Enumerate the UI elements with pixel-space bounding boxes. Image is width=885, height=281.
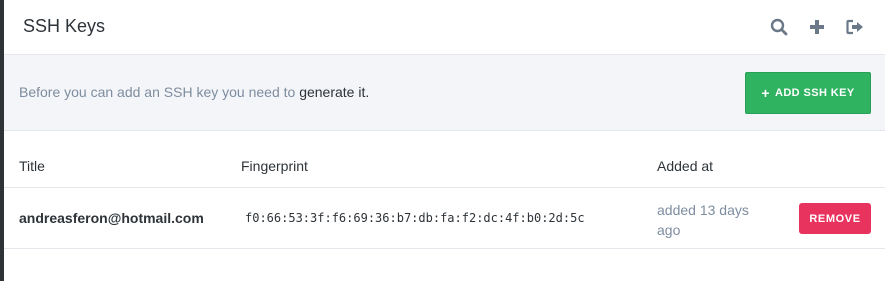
plus-icon: + — [761, 85, 770, 101]
table-row: andreasferon@hotmail.com f0:66:53:3f:f6:… — [4, 188, 885, 249]
remove-button[interactable]: REMOVE — [799, 203, 871, 234]
table-header: Title Fingerprint Added at — [4, 131, 885, 188]
column-added-at: Added at — [657, 158, 714, 174]
generate-key-notice: Before you can add an SSH key you need t… — [4, 55, 885, 131]
header-actions — [769, 16, 865, 38]
generate-link[interactable]: generate it. — [299, 84, 369, 100]
plus-icon[interactable] — [807, 16, 827, 38]
add-ssh-key-label: ADD SSH KEY — [774, 87, 855, 99]
key-added-at: added 13 days ago — [657, 202, 749, 238]
search-icon[interactable] — [769, 16, 789, 38]
column-title: Title — [19, 158, 45, 174]
page-title: SSH Keys — [23, 16, 106, 36]
notice-message: Before you can add an SSH key you need t… — [19, 84, 369, 100]
page-header: SSH Keys — [4, 0, 885, 55]
key-fingerprint: f0:66:53:3f:f6:69:36:b7:db:fa:f2:dc:4f:b… — [245, 211, 585, 225]
ssh-keys-table: Title Fingerprint Added at andreasferon@… — [4, 131, 885, 249]
column-fingerprint: Fingerprint — [241, 158, 308, 174]
key-title: andreasferon@hotmail.com — [19, 210, 204, 226]
add-ssh-key-button[interactable]: + ADD SSH KEY — [745, 72, 871, 114]
sign-out-icon[interactable] — [845, 16, 865, 38]
notice-text: Before you can add an SSH key you need t… — [19, 84, 300, 100]
